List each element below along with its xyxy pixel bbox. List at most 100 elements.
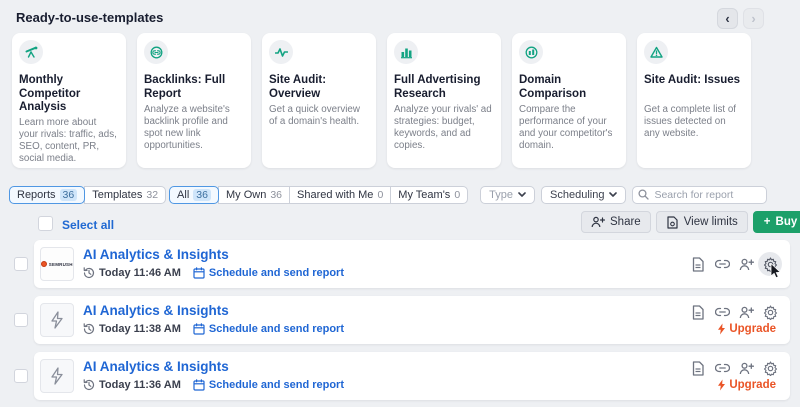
settings-button[interactable] xyxy=(758,252,782,276)
lightning-icon xyxy=(50,311,64,329)
tab-count: 32 xyxy=(146,189,158,201)
schedule-link-text: Schedule and send report xyxy=(209,267,344,279)
last-modified: Today 11:38 AM xyxy=(83,323,181,335)
template-description: Get a quick overview of a domain's healt… xyxy=(269,104,367,128)
filter-bar: Reports 36 Templates 32 All 36 My Own 36… xyxy=(9,185,767,204)
share-button-label: Share xyxy=(610,216,641,228)
semrush-logo: SEMRUSH xyxy=(41,261,72,267)
template-description: Analyze a website's backlink profile and… xyxy=(144,104,242,152)
search-input[interactable] xyxy=(632,186,767,204)
select-all-checkbox[interactable] xyxy=(38,216,53,231)
tab-count: 0 xyxy=(377,189,383,201)
upgrade-link[interactable]: Upgrade xyxy=(717,379,776,391)
row-checkbox[interactable] xyxy=(14,369,28,383)
settings-button[interactable] xyxy=(758,300,782,324)
pulse-icon xyxy=(275,46,288,59)
template-icon-wrap xyxy=(394,40,418,64)
share-button[interactable]: Share xyxy=(581,211,651,233)
upgrade-link-text: Upgrade xyxy=(729,379,776,391)
search-icon xyxy=(638,189,649,200)
template-icon-wrap xyxy=(644,40,668,64)
select-all-label[interactable]: Select all xyxy=(62,218,114,232)
page-title: Ready-to-use-templates xyxy=(16,10,163,25)
history-icon xyxy=(83,379,95,391)
schedule-link[interactable]: Schedule and send report xyxy=(193,323,344,335)
export-pdf-button[interactable] xyxy=(686,300,710,324)
row-checkbox[interactable] xyxy=(14,257,28,271)
schedule-link[interactable]: Schedule and send report xyxy=(193,267,344,279)
file-icon xyxy=(691,305,705,320)
template-title: Domain Comparison xyxy=(519,74,617,102)
link-icon xyxy=(715,307,730,317)
template-description: Analyze your rivals' ad strategies: budg… xyxy=(394,104,492,152)
report-title[interactable]: AI Analytics & Insights xyxy=(83,359,229,374)
tab-all[interactable]: All 36 xyxy=(169,186,219,204)
report-meta: Today 11:38 AM Schedule and send report xyxy=(83,323,344,335)
gear-icon xyxy=(763,257,778,272)
report-thumbnail xyxy=(40,303,74,337)
tab-templates[interactable]: Templates 32 xyxy=(84,186,166,204)
tab-my-own[interactable]: My Own 36 xyxy=(218,186,290,204)
buy-more-reports-button[interactable]: + Buy more reports xyxy=(753,211,800,233)
calendar-icon xyxy=(193,323,205,335)
history-icon xyxy=(83,267,95,279)
tab-count: 0 xyxy=(454,189,460,201)
person-plus-icon xyxy=(739,258,754,271)
tab-reports[interactable]: Reports 36 xyxy=(9,186,85,204)
bar-chart-icon xyxy=(400,46,413,59)
template-card-site-audit-overview[interactable]: Site Audit: Overview Get a quick overvie… xyxy=(262,33,376,168)
template-title: Site Audit: Issues xyxy=(644,74,742,102)
copy-link-button[interactable] xyxy=(710,356,734,380)
export-pdf-button[interactable] xyxy=(686,356,710,380)
tab-shared-with-me[interactable]: Shared with Me 0 xyxy=(289,186,391,204)
report-row[interactable]: AI Analytics & Insights Today 11:36 AM S… xyxy=(34,352,790,400)
carousel-prev-button[interactable]: ‹ xyxy=(717,8,738,29)
search-box xyxy=(632,185,767,204)
report-thumbnail xyxy=(40,359,74,393)
report-title[interactable]: AI Analytics & Insights xyxy=(83,303,229,318)
file-icon xyxy=(691,257,705,272)
gear-icon xyxy=(763,305,778,320)
report-row[interactable]: SEMRUSH AI Analytics & Insights Today 11… xyxy=(34,240,790,288)
template-card-domain-comparison[interactable]: Domain Comparison Compare the performanc… xyxy=(512,33,626,168)
type-dropdown[interactable]: Type xyxy=(480,186,535,204)
share-report-button[interactable] xyxy=(734,356,758,380)
template-title: Full Advertising Research xyxy=(394,74,492,102)
template-card-backlinks[interactable]: Backlinks: Full Report Analyze a website… xyxy=(137,33,251,168)
plus-icon: + xyxy=(764,216,771,228)
carousel-next-button[interactable]: › xyxy=(743,8,764,29)
share-report-button[interactable] xyxy=(734,300,758,324)
file-icon xyxy=(691,361,705,376)
tab-my-teams[interactable]: My Team's 0 xyxy=(390,186,468,204)
view-limits-button[interactable]: View limits xyxy=(656,211,748,233)
tab-count: 36 xyxy=(270,189,282,201)
tab-label: Shared with Me xyxy=(297,189,373,201)
template-icon-wrap xyxy=(144,40,168,64)
copy-link-button[interactable] xyxy=(710,300,734,324)
scheduling-dropdown[interactable]: Scheduling xyxy=(541,186,626,204)
link-icon xyxy=(715,259,730,269)
template-card-list: Monthly Competitor Analysis Learn more a… xyxy=(12,33,751,168)
template-card-monthly-competitor[interactable]: Monthly Competitor Analysis Learn more a… xyxy=(12,33,126,168)
warning-icon xyxy=(650,46,663,59)
share-report-button[interactable] xyxy=(734,252,758,276)
chevron-down-icon xyxy=(518,192,526,197)
template-title: Backlinks: Full Report xyxy=(144,74,242,102)
report-title[interactable]: AI Analytics & Insights xyxy=(83,247,229,262)
template-card-site-audit-issues[interactable]: Site Audit: Issues Get a complete list o… xyxy=(637,33,751,168)
template-title: Site Audit: Overview xyxy=(269,74,367,102)
copy-link-button[interactable] xyxy=(710,252,734,276)
gear-icon xyxy=(763,361,778,376)
template-card-advertising-research[interactable]: Full Advertising Research Analyze your r… xyxy=(387,33,501,168)
report-row[interactable]: AI Analytics & Insights Today 11:38 AM S… xyxy=(34,296,790,344)
template-description: Get a complete list of issues detected o… xyxy=(644,104,742,140)
tab-count: 36 xyxy=(193,189,211,201)
settings-button[interactable] xyxy=(758,356,782,380)
schedule-link[interactable]: Schedule and send report xyxy=(193,379,344,391)
export-pdf-button[interactable] xyxy=(686,252,710,276)
upgrade-link[interactable]: Upgrade xyxy=(717,323,776,335)
person-plus-icon xyxy=(739,362,754,375)
chevron-left-icon: ‹ xyxy=(725,12,729,25)
row-checkbox[interactable] xyxy=(14,313,28,327)
tab-label: My Own xyxy=(226,189,266,201)
